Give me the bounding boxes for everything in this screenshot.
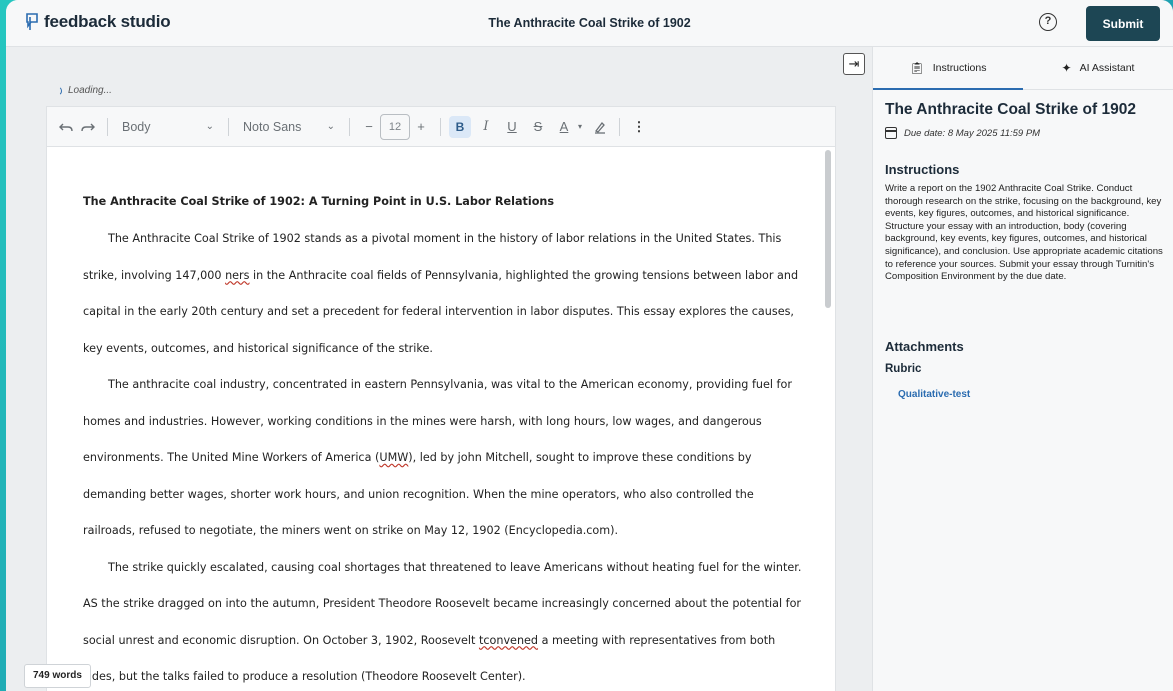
- arrow-right-bar-icon: ⇥: [848, 56, 860, 71]
- document-heading: The Anthracite Coal Strike of 1902: A Tu…: [83, 195, 555, 208]
- instructions-text: Write a report on the 1902 Anthracite Co…: [885, 183, 1163, 283]
- toolbar-divider: [349, 117, 350, 136]
- top-bar: feedback studio The Anthracite Coal Stri…: [6, 0, 1173, 47]
- app-window: feedback studio The Anthracite Coal Stri…: [6, 0, 1173, 691]
- chevron-down-icon: ⌄: [205, 121, 214, 132]
- paragraph: The strike quickly escalated, causing co…: [83, 560, 802, 684]
- font-family-select[interactable]: Noto Sans ⌄: [237, 120, 341, 134]
- increase-font-size-button[interactable]: +: [410, 116, 432, 138]
- toolbar-divider: [228, 117, 229, 136]
- clipboard-icon: 📋︎: [909, 61, 925, 75]
- rubric-link[interactable]: Qualitative-test: [898, 389, 970, 400]
- collapse-panel-button[interactable]: ⇥: [843, 53, 865, 75]
- strikethrough-button[interactable]: S: [527, 116, 549, 138]
- attachments-heading: Attachments: [885, 339, 964, 354]
- help-button[interactable]: ?: [1039, 13, 1057, 31]
- spelling-error[interactable]: UMW: [379, 451, 408, 464]
- undo-icon[interactable]: [55, 116, 77, 138]
- tab-label: AI Assistant: [1079, 62, 1135, 74]
- paragraph-style-value: Body: [122, 119, 151, 134]
- spelling-error[interactable]: ners: [225, 269, 249, 282]
- chevron-down-icon: ⌄: [326, 121, 335, 132]
- highlight-icon[interactable]: [589, 116, 611, 138]
- loading-text: Loading...: [68, 85, 112, 96]
- due-date-text: Due date: 8 May 2025 11:59 PM: [904, 127, 1041, 139]
- word-count: 749 words: [24, 664, 91, 688]
- toolbar-divider: [619, 117, 620, 136]
- document-editor[interactable]: The Anthracite Coal Strike of 1902: A Tu…: [46, 146, 836, 691]
- rubric-label: Rubric: [885, 363, 922, 375]
- assignment-title: The Anthracite Coal Strike of 1902: [885, 101, 1136, 118]
- side-panel: 📋︎ Instructions ✦ AI Assistant The Anthr…: [872, 47, 1173, 691]
- calendar-icon: [885, 127, 897, 139]
- spinner-icon: [52, 85, 62, 96]
- document-title: The Anthracite Coal Strike of 1902: [488, 16, 691, 30]
- spelling-error[interactable]: tconvened: [479, 634, 538, 647]
- paragraph-style-select[interactable]: Body ⌄: [116, 120, 220, 134]
- due-date: Due date: 8 May 2025 11:59 PM: [885, 127, 1040, 139]
- caret-down-icon[interactable]: ▾: [575, 122, 585, 131]
- bold-button[interactable]: B: [449, 115, 471, 138]
- font-size-input[interactable]: 12: [380, 113, 410, 140]
- more-options-icon[interactable]: ⋮: [628, 116, 650, 138]
- editor-scrollbar[interactable]: [825, 150, 831, 308]
- underline-button[interactable]: U: [501, 116, 523, 138]
- instructions-heading: Instructions: [885, 162, 960, 177]
- tab-instructions[interactable]: 📋︎ Instructions: [873, 47, 1023, 90]
- text-color-button[interactable]: A: [553, 116, 575, 138]
- decrease-font-size-button[interactable]: −: [358, 116, 380, 138]
- sparkle-icon: ✦: [1061, 61, 1072, 75]
- tab-ai-assistant[interactable]: ✦ AI Assistant: [1023, 47, 1173, 89]
- loading-indicator: Loading...: [52, 85, 112, 96]
- panel-tabs: 📋︎ Instructions ✦ AI Assistant: [873, 47, 1173, 90]
- toolbar-divider: [107, 117, 108, 136]
- submit-button[interactable]: Submit: [1086, 6, 1160, 41]
- paragraph: The anthracite coal industry, concentrat…: [83, 378, 792, 537]
- tab-label: Instructions: [932, 62, 987, 74]
- document-body[interactable]: The Anthracite Coal Strike of 1902: A Tu…: [83, 193, 803, 691]
- toolbar-divider: [440, 117, 441, 136]
- redo-icon[interactable]: [77, 116, 99, 138]
- paragraph: The Anthracite Coal Strike of 1902 stand…: [83, 232, 799, 355]
- editor-toolbar: Body ⌄ Noto Sans ⌄ − 12 + B I U S A ▾ ⋮: [46, 106, 836, 146]
- font-family-value: Noto Sans: [243, 119, 302, 134]
- italic-button[interactable]: I: [475, 116, 497, 138]
